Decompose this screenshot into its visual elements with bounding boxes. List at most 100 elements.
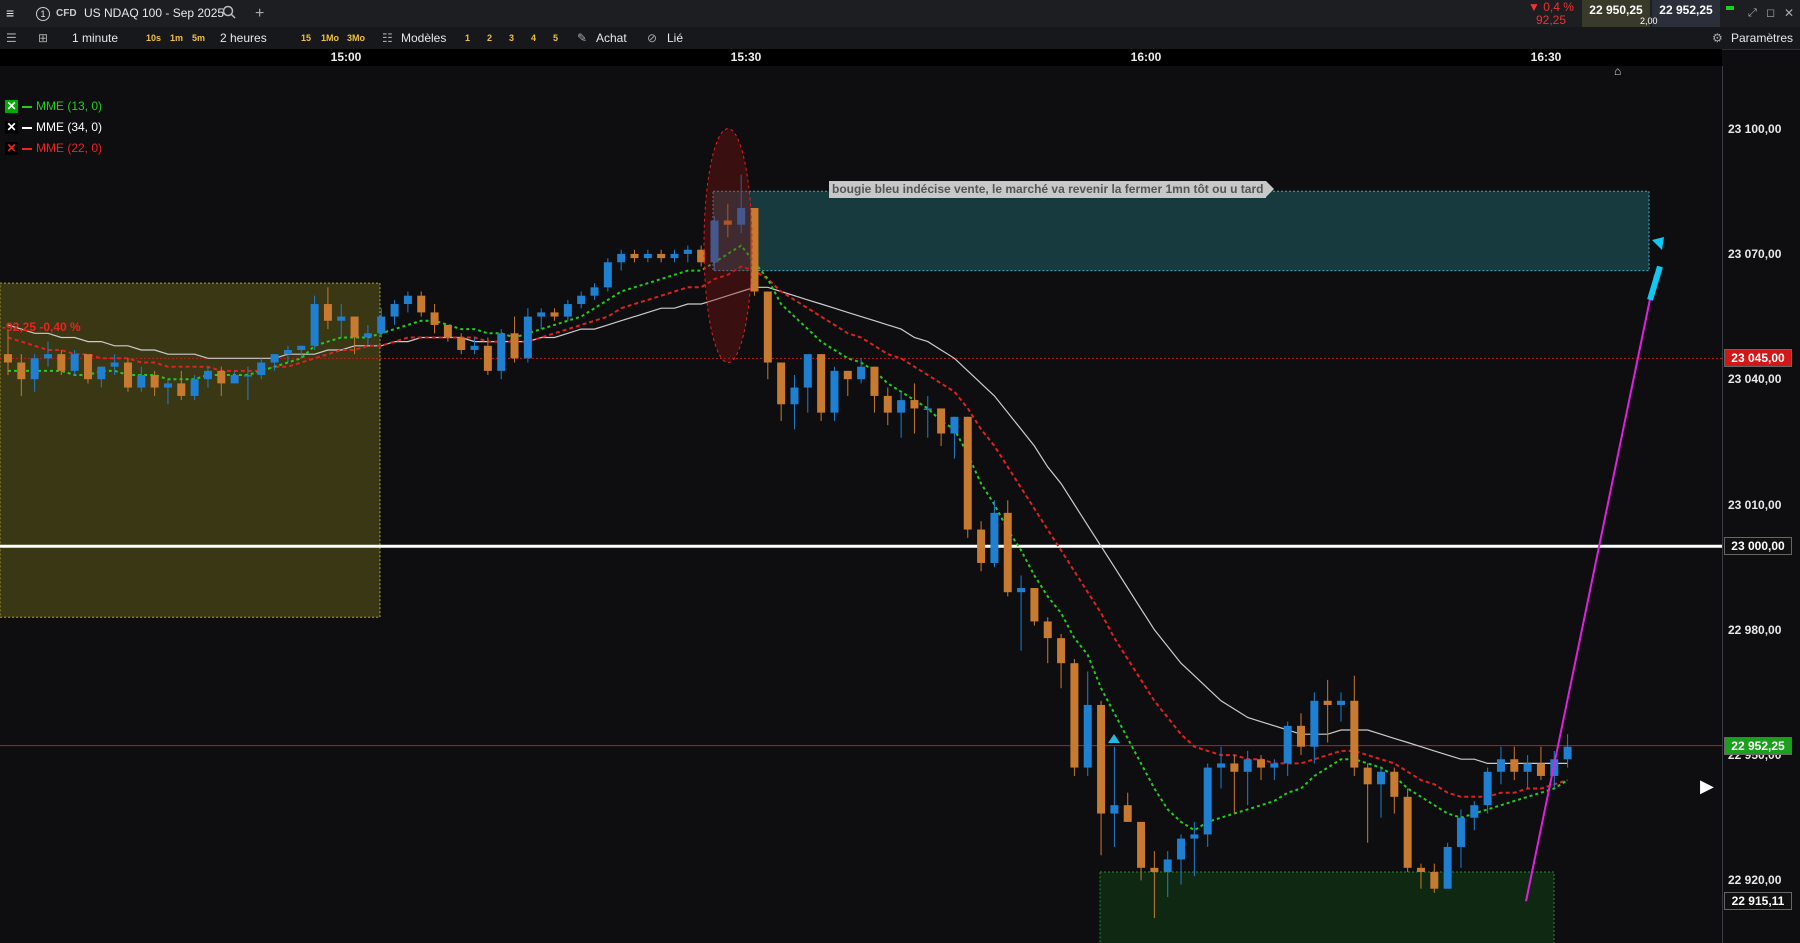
candle	[1110, 746, 1119, 847]
popout-icon[interactable]: ◻	[1766, 0, 1775, 27]
candle-body	[817, 354, 826, 413]
candle-body	[1510, 759, 1519, 772]
candle-body	[337, 316, 346, 321]
candle	[497, 329, 506, 380]
candle	[870, 366, 879, 413]
candle-body	[83, 354, 92, 380]
candle-body	[563, 304, 572, 317]
candle	[1057, 633, 1066, 689]
candle	[590, 283, 599, 300]
candle-body	[630, 253, 639, 259]
candle	[1483, 767, 1492, 814]
candle	[1217, 746, 1226, 789]
candle-body	[790, 387, 799, 405]
candle-body	[403, 295, 412, 305]
candle	[1376, 767, 1385, 818]
candle-body	[830, 370, 839, 413]
candle	[1536, 746, 1545, 781]
candle	[1190, 821, 1199, 877]
close-icon[interactable]: ✕	[5, 121, 18, 135]
candle	[577, 291, 586, 309]
candle	[1337, 692, 1345, 722]
candle	[1443, 842, 1452, 889]
candle-body	[1496, 759, 1505, 772]
unlink-icon[interactable]: ⤢	[1748, 0, 1757, 27]
candle-body	[270, 354, 279, 363]
price-tag: 22 915,11	[1724, 891, 1792, 910]
candle-body	[310, 304, 319, 346]
candle-body	[1097, 704, 1106, 814]
legend-item-ema22[interactable]: ✕ MME (22, 0)	[5, 139, 102, 157]
candle	[1510, 746, 1519, 781]
candle	[670, 249, 679, 263]
candle-body	[1350, 700, 1359, 768]
candle-body	[203, 370, 212, 380]
candle	[990, 500, 999, 568]
candle-body	[1243, 759, 1252, 772]
candle	[617, 249, 626, 271]
legend-item-ema34[interactable]: ✕ MME (34, 0)	[5, 118, 102, 136]
candle-body	[483, 345, 492, 371]
candle	[950, 416, 959, 459]
candle-body	[457, 337, 466, 350]
candle	[417, 291, 426, 317]
candle	[1043, 617, 1052, 664]
candle-body	[523, 316, 532, 359]
candle	[483, 337, 492, 376]
candle	[923, 395, 932, 438]
candle-body	[283, 349, 292, 355]
candle-body	[470, 345, 479, 350]
trend-line	[1525, 274, 1656, 902]
close-icon[interactable]: ✕	[5, 142, 18, 156]
candle-body	[990, 512, 999, 563]
candle-body	[683, 249, 692, 254]
annotation-note[interactable]: bougie bleu indécise vente, le marché va…	[829, 181, 1275, 198]
candle	[1097, 700, 1106, 856]
candle-body	[1057, 638, 1066, 664]
candle	[550, 308, 559, 321]
candle-body	[670, 253, 679, 259]
target-arrowhead	[1652, 237, 1664, 250]
candle	[910, 383, 919, 434]
y-tick-label: 23 040,00	[1728, 372, 1782, 387]
candle	[1297, 713, 1306, 756]
candle-body	[1070, 663, 1079, 768]
candlestick-chart[interactable]	[0, 0, 1722, 943]
candle	[1270, 759, 1279, 781]
candle	[1243, 750, 1252, 806]
legend-item-ema13[interactable]: ✕ MME (13, 0)	[5, 97, 102, 115]
play-icon[interactable]: ▶	[1700, 776, 1714, 797]
candle-body	[777, 362, 786, 405]
home-icon[interactable]: ⌂	[1614, 64, 1621, 78]
candle	[657, 249, 666, 263]
candle-body	[1230, 763, 1239, 772]
settings-button[interactable]: Paramètres	[1731, 27, 1793, 49]
candle-body	[1323, 700, 1332, 705]
candle	[763, 291, 772, 380]
candle	[430, 304, 439, 334]
candle-body	[1470, 805, 1479, 818]
close-icon[interactable]: ✕	[1784, 0, 1794, 27]
candle-body	[963, 416, 972, 530]
candle-body	[297, 345, 306, 350]
candle-body	[443, 324, 452, 338]
status-indicator	[1726, 6, 1734, 10]
candle-body	[1563, 746, 1572, 760]
candle-body	[1043, 621, 1052, 639]
change-label: -92,25 -0,40 %	[2, 320, 81, 334]
candle-body	[1270, 763, 1279, 768]
candle	[457, 333, 466, 355]
legend-label: MME (34, 0)	[36, 120, 103, 134]
candle	[777, 362, 786, 421]
candle	[897, 391, 906, 438]
candle-body	[590, 287, 599, 296]
signal-marker	[1108, 734, 1120, 743]
candle-body	[1003, 512, 1012, 593]
candle	[443, 324, 452, 342]
candle	[630, 249, 639, 263]
legend-label: MME (13, 0)	[36, 99, 103, 113]
candle	[977, 521, 986, 572]
candle	[1563, 734, 1572, 768]
close-icon[interactable]: ✕	[5, 100, 18, 114]
candle	[883, 387, 892, 426]
